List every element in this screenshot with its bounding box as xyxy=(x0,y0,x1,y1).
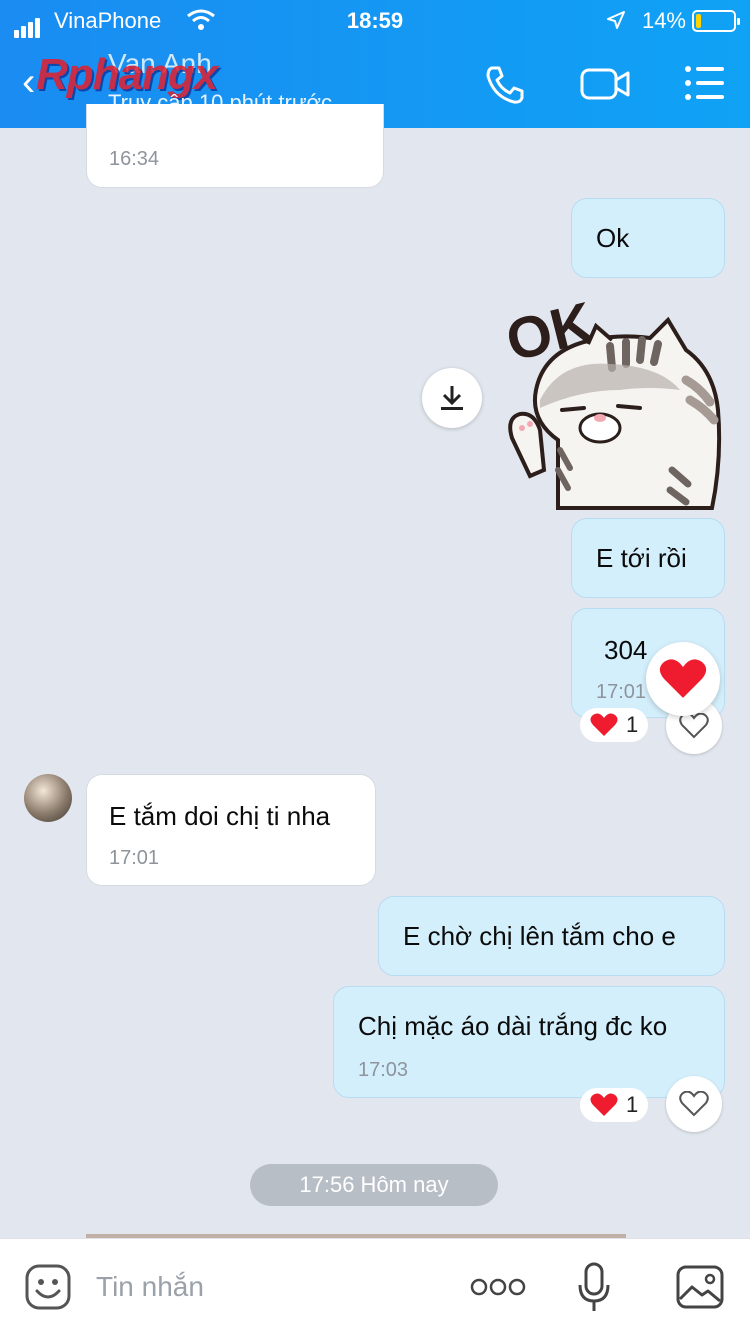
message-text: E tới rồi xyxy=(596,543,687,573)
message-time: 17:03 xyxy=(358,1059,409,1081)
message-text: 304 xyxy=(604,635,648,665)
location-arrow-icon xyxy=(607,11,625,29)
heart-outline-icon xyxy=(679,1091,709,1117)
message-time: 17:01 xyxy=(596,681,647,703)
cat-ok-sticker[interactable]: OK xyxy=(500,290,726,510)
message-bubble-outgoing[interactable]: E chờ chị lên tắm cho e xyxy=(378,896,725,976)
menu-list-icon[interactable] xyxy=(684,64,726,102)
react-heart-button[interactable] xyxy=(666,1076,722,1132)
message-bubble-outgoing[interactable]: E tới rồi xyxy=(571,518,725,598)
heart-icon xyxy=(659,659,707,698)
heart-outline-icon xyxy=(679,713,709,739)
reaction-count: 1 xyxy=(626,1092,639,1117)
message-time: 16:34 xyxy=(109,148,160,170)
reaction-summary[interactable]: 1 xyxy=(580,708,649,742)
heart-icon xyxy=(590,1093,618,1116)
message-input[interactable]: Tin nhắn xyxy=(96,1271,204,1303)
image-icon[interactable] xyxy=(676,1265,724,1309)
reaction-animation xyxy=(646,642,720,716)
battery-icon xyxy=(692,10,740,32)
emoji-icon[interactable] xyxy=(24,1263,72,1311)
reaction-summary[interactable]: 1 xyxy=(580,1088,649,1122)
battery-percentage: 14% xyxy=(641,8,686,33)
video-camera-icon[interactable] xyxy=(580,64,632,104)
message-bubble-incoming[interactable]: E tắm doi chị ti nha 17:01 xyxy=(86,774,376,886)
heart-icon xyxy=(590,713,618,736)
status-time: 18:59 xyxy=(346,8,404,33)
download-button[interactable] xyxy=(422,368,482,428)
message-bubble-outgoing[interactable]: Ok xyxy=(571,198,725,278)
back-arrow-icon[interactable]: ‹ xyxy=(22,62,35,102)
download-icon xyxy=(441,386,463,410)
avatar[interactable] xyxy=(24,774,72,822)
reaction-count: 1 xyxy=(626,712,639,737)
message-text: E chờ chị lên tắm cho e xyxy=(403,921,676,951)
phone-icon[interactable] xyxy=(484,64,526,106)
message-input-bar: Tin nhắn xyxy=(0,1238,750,1334)
message-bubble-outgoing[interactable]: Chị mặc áo dài trắng đc ko 17:03 xyxy=(333,986,725,1098)
status-bar: VinaPhone 18:59 14% xyxy=(0,0,750,42)
more-dots-icon[interactable] xyxy=(470,1277,526,1297)
message-bubble-incoming[interactable]: 16:34 xyxy=(86,104,384,188)
battery-fill xyxy=(696,14,701,28)
message-time: 17:01 xyxy=(109,847,160,869)
date-divider: 17:56 Hôm nay xyxy=(250,1164,498,1206)
message-text: E tắm doi chị ti nha xyxy=(109,801,331,831)
microphone-icon[interactable] xyxy=(576,1261,612,1313)
message-text: Ok xyxy=(596,223,630,253)
message-text: Chị mặc áo dài trắng đc ko xyxy=(358,1011,668,1041)
